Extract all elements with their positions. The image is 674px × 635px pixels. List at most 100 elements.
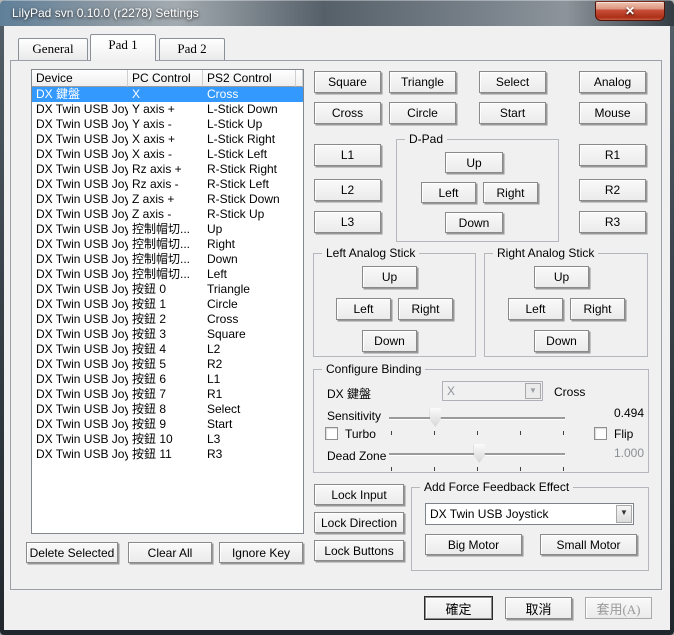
device-cell: DX Twin USB Joy... [36,222,128,236]
table-row[interactable]: DX Twin USB Joy... Y axis - L-Stick Up [32,117,303,132]
ok-button[interactable]: 確定 [425,597,492,619]
r1-button[interactable]: R1 [579,144,646,166]
dead-zone-ticks [389,467,565,471]
device-cell: DX Twin USB Joy... [36,432,128,446]
turbo-checkbox[interactable] [325,427,338,440]
r2-button[interactable]: R2 [579,179,646,201]
bindings-list[interactable]: Device PC Control PS2 Control DX 鍵盤 X Cros… [31,69,304,534]
delete-selected-button[interactable]: Delete Selected [26,542,118,563]
table-row[interactable]: DX Twin USB Joy... Z axis + R-Stick Down [32,192,303,207]
table-row[interactable]: DX Twin USB Joy... 按鈕 7 R1 [32,387,303,402]
right-stick-down-button[interactable]: Down [534,330,589,352]
column-header-pc-control[interactable]: PC Control [128,70,203,87]
tab-pad2[interactable]: Pad 2 [159,38,225,60]
circle-button-label: Circle [407,106,438,120]
lock-direction-button[interactable]: Lock Direction [314,512,404,533]
dead-zone-slider-thumb[interactable] [473,444,485,463]
start-button[interactable]: Start [479,102,546,124]
table-row[interactable]: DX Twin USB Joy... Y axis + L-Stick Down [32,102,303,117]
dpad-right-button[interactable]: Right [483,182,538,203]
ps2-control-cell: Up [207,222,223,236]
table-row[interactable]: DX Twin USB Joy... Rz axis - R-Stick Left [32,177,303,192]
dpad-right-label: Right [496,185,525,200]
clear-all-button[interactable]: Clear All [128,542,212,563]
left-stick-down-button[interactable]: Down [362,330,417,352]
sensitivity-value: 0.494 [613,406,644,420]
left-stick-left-button[interactable]: Left [336,298,391,320]
table-row[interactable]: DX Twin USB Joy... X axis + L-Stick Right [32,132,303,147]
l1-button[interactable]: L1 [314,144,381,166]
force-feedback-device-combobox[interactable]: DX Twin USB Joystick ▼ [425,503,634,525]
column-header-ps2-control[interactable]: PS2 Control [203,70,296,87]
triangle-button[interactable]: Triangle [389,71,456,93]
left-stick-right-button[interactable]: Right [398,298,453,320]
flip-checkbox[interactable] [594,427,607,440]
table-row[interactable]: DX Twin USB Joy... 控制帽切... Left [32,267,303,282]
analog-button[interactable]: Analog [579,71,646,93]
left-stick-up-button[interactable]: Up [362,266,417,288]
table-row[interactable]: DX Twin USB Joy... 按鈕 0 Triangle [32,282,303,297]
sensitivity-slider-thumb[interactable] [429,408,441,427]
table-row[interactable]: DX Twin USB Joy... Z axis - R-Stick Up [32,207,303,222]
right-stick-right-button[interactable]: Right [570,298,625,320]
lilypad-settings-window: LilyPad svn 0.10.0 (r2278) Settings ✕ Ge… [0,0,674,635]
table-row[interactable]: DX Twin USB Joy... 按鈕 4 L2 [32,342,303,357]
dead-zone-slider[interactable] [389,444,565,463]
sensitivity-slider[interactable] [389,408,565,427]
table-row[interactable]: DX Twin USB Joy... 控制帽切... Down [32,252,303,267]
l3-button[interactable]: L3 [314,211,381,233]
dpad-left-label: Left [438,185,459,200]
table-row[interactable]: DX Twin USB Joy... 按鈕 9 Start [32,417,303,432]
close-button[interactable]: ✕ [595,1,665,21]
table-row[interactable]: DX Twin USB Joy... 按鈕 2 Cross [32,312,303,327]
select-button[interactable]: Select [479,71,546,93]
table-row[interactable]: DX Twin USB Joy... Rz axis + R-Stick Right [32,162,303,177]
pc-control-cell: 按鈕 4 [132,342,167,356]
table-row[interactable]: DX Twin USB Joy... 按鈕 5 R2 [32,357,303,372]
lock-buttons-button[interactable]: Lock Buttons [314,540,404,561]
close-icon: ✕ [624,4,636,18]
l2-button[interactable]: L2 [314,179,381,201]
pc-control-cell: 控制帽切... [132,237,191,251]
big-motor-label: Big Motor [447,537,500,552]
table-row[interactable]: DX Twin USB Joy... 按鈕 10 L3 [32,432,303,447]
ps2-control-cell: Cross [207,312,239,326]
pc-control-cell: 按鈕 3 [132,327,167,341]
square-button[interactable]: Square [314,71,381,93]
dpad-left-button[interactable]: Left [421,182,476,203]
table-row[interactable]: DX Twin USB Joy... 按鈕 1 Circle [32,297,303,312]
small-motor-button[interactable]: Small Motor [540,534,637,555]
table-row[interactable]: DX 鍵盤 X Cross [32,87,303,102]
ps2-control-cell: L1 [207,372,221,386]
l2-button-label: L2 [340,183,355,197]
tab-general[interactable]: General [18,38,88,60]
column-header-device[interactable]: Device [32,70,128,87]
pc-control-cell: 按鈕 2 [132,312,167,326]
table-row[interactable]: DX Twin USB Joy... 控制帽切... Right [32,237,303,252]
table-row[interactable]: DX Twin USB Joy... 按鈕 6 L1 [32,372,303,387]
right-stick-up-label: Up [553,270,570,284]
force-feedback-dropdown-icon[interactable]: ▼ [616,505,632,523]
lock-input-label: Lock Input [331,487,387,502]
r1-button-label: R1 [604,148,621,162]
big-motor-button[interactable]: Big Motor [425,534,522,555]
cancel-button[interactable]: 取消 [505,597,572,619]
circle-button[interactable]: Circle [389,102,456,124]
tab-pad1[interactable]: Pad 1 [90,34,156,61]
cross-button[interactable]: Cross [314,102,381,124]
ignore-key-button[interactable]: Ignore Key [219,542,303,563]
table-row[interactable]: DX Twin USB Joy... X axis - L-Stick Left [32,147,303,162]
table-row[interactable]: DX Twin USB Joy... 控制帽切... Up [32,222,303,237]
mouse-button[interactable]: Mouse [579,102,646,124]
table-row[interactable]: DX Twin USB Joy... 按鈕 3 Square [32,327,303,342]
right-stick-left-button[interactable]: Left [508,298,563,320]
r3-button[interactable]: R3 [579,211,646,233]
right-stick-up-button[interactable]: Up [534,266,589,288]
title-bar[interactable]: LilyPad svn 0.10.0 (r2278) Settings [0,0,674,26]
dpad-down-button[interactable]: Down [445,212,503,233]
cancel-button-label: 取消 [525,601,552,617]
table-row[interactable]: DX Twin USB Joy... 按鈕 8 Select [32,402,303,417]
dpad-up-button[interactable]: Up [445,152,503,173]
lock-input-button[interactable]: Lock Input [314,484,404,505]
table-row[interactable]: DX Twin USB Joy... 按鈕 11 R3 [32,447,303,462]
